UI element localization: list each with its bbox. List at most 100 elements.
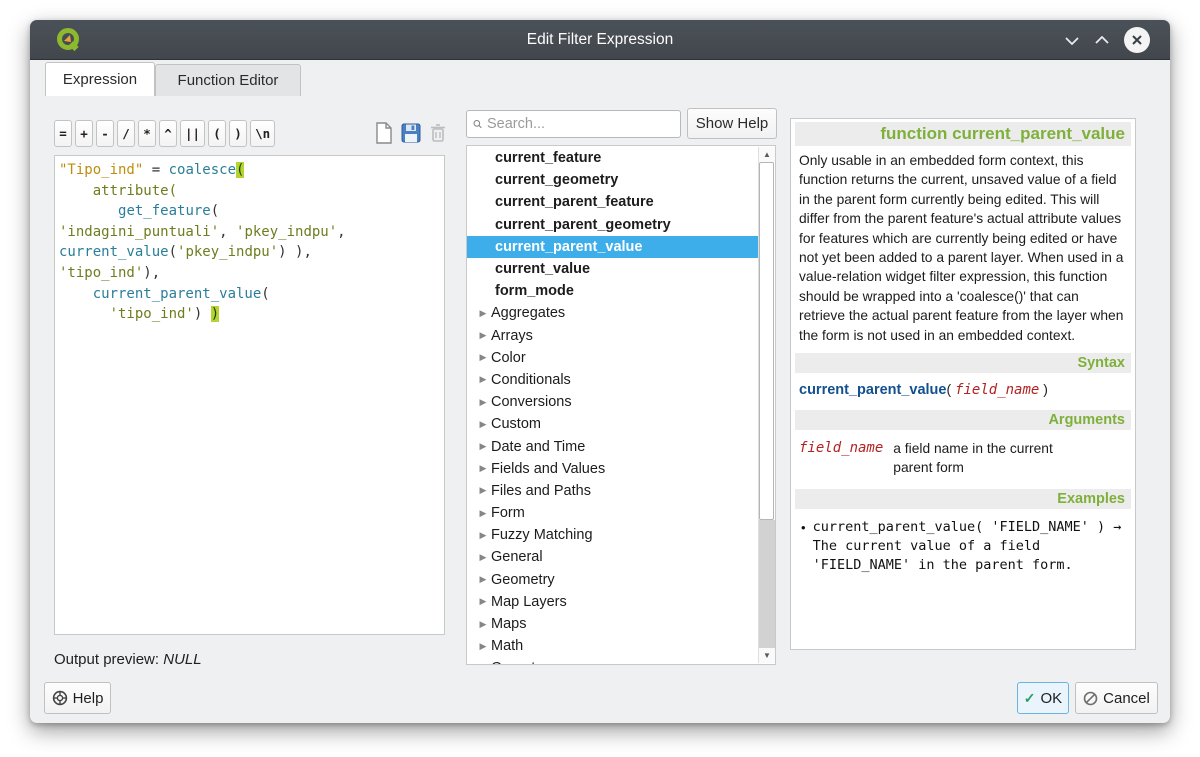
function-group-row[interactable]: ▶General [467,546,758,568]
function-group-row[interactable]: ▶Conversions [467,391,758,413]
expand-triangle-icon[interactable]: ▶ [475,308,491,319]
scrollbar-up-icon[interactable]: ▲ [759,147,775,162]
expression-editor[interactable]: "Tipo_ind" = coalesce( attribute( get_fe… [54,155,445,635]
tab-function-editor[interactable]: Function Editor [155,64,301,96]
code-line: 'indagini_puntuali', 'pkey_indpu', [59,222,440,243]
function-group-row[interactable]: ▶Form [467,502,758,524]
scrollbar-thumb[interactable] [759,162,774,520]
output-preview-label: Output preview: [54,651,159,668]
search-input[interactable] [487,116,674,132]
function-group-row[interactable]: ▶Geometry [467,569,758,591]
function-label: General [491,549,543,565]
expand-triangle-icon[interactable]: ▶ [475,508,491,519]
function-item-row[interactable]: current_geometry [467,169,758,191]
delete-expression-icon[interactable] [426,120,449,146]
function-item-row[interactable]: current_parent_value [467,236,758,258]
expression-file-toolbar [372,120,449,146]
shade-window-icon[interactable] [1060,29,1084,51]
ok-button[interactable]: ✓ OK [1017,682,1069,714]
expand-triangle-icon[interactable]: ▶ [475,485,491,496]
ok-check-icon: ✓ [1024,690,1036,707]
window-title: Edit Filter Expression [30,20,1170,60]
expand-triangle-icon[interactable]: ▶ [475,574,491,585]
code-line: current_parent_value( [59,284,440,305]
operator-toolbar: =+-/*^||()\n [54,120,275,147]
argument-description: a field name in the current parent form [893,440,1088,477]
expand-triangle-icon[interactable]: ▶ [475,374,491,385]
expand-triangle-icon[interactable]: ▶ [475,397,491,408]
syntax-function-name: current_parent_value [799,382,946,398]
code-line: 'tipo_ind'), [59,263,440,284]
operator-button[interactable]: - [96,120,114,147]
expand-triangle-icon[interactable]: ▶ [475,352,491,363]
example-bullet: • [801,518,806,575]
argument-name: field_name [799,440,883,477]
operator-button[interactable]: + [75,120,93,147]
help-argument-row: field_name a field name in the current p… [795,430,1131,483]
function-label: Maps [491,616,526,632]
function-list-scrollbar[interactable]: ▲ ▼ [758,147,774,663]
scrollbar-groove [759,520,775,648]
function-group-row[interactable]: ▶Arrays [467,325,758,347]
search-icon [473,117,482,131]
operator-button[interactable]: * [138,120,156,147]
titlebar[interactable]: Edit Filter Expression [30,20,1170,60]
edit-filter-expression-dialog: Edit Filter Expression Expression Functi… [30,20,1170,723]
function-label: Arrays [491,328,533,344]
expand-triangle-icon[interactable]: ▶ [475,619,491,630]
function-group-row[interactable]: ▶Aggregates [467,302,758,324]
function-label: Geometry [491,572,555,588]
minimize-window-icon[interactable] [1090,29,1114,51]
expand-triangle-icon[interactable]: ▶ [475,641,491,652]
operator-button[interactable]: || [180,120,205,147]
show-help-button[interactable]: Show Help [687,108,777,139]
function-label: Date and Time [491,439,585,455]
operator-button[interactable]: \n [250,120,275,147]
operator-button[interactable]: ^ [159,120,177,147]
function-group-row[interactable]: ▶Fields and Values [467,458,758,480]
expand-triangle-icon[interactable]: ▶ [475,419,491,430]
function-group-row[interactable]: ▶Date and Time [467,435,758,457]
scrollbar-down-icon[interactable]: ▼ [759,648,775,663]
function-label: Map Layers [491,594,567,610]
function-item-row[interactable]: current_parent_feature [467,191,758,213]
operator-button[interactable]: ) [229,120,247,147]
function-group-row[interactable]: ▶Files and Paths [467,480,758,502]
operator-button[interactable]: = [54,120,72,147]
help-button[interactable]: Help [44,682,111,714]
function-item-row[interactable]: current_value [467,258,758,280]
save-expression-icon[interactable] [399,120,422,146]
function-group-row[interactable]: ▶Maps [467,613,758,635]
expand-triangle-icon[interactable]: ▶ [475,552,491,563]
tab-bar: Expression Function Editor [30,60,1170,95]
expand-triangle-icon[interactable]: ▶ [475,441,491,452]
operator-button[interactable]: ( [208,120,226,147]
expand-triangle-icon[interactable]: ▶ [475,596,491,607]
function-label: current_parent_feature [495,194,654,210]
expand-triangle-icon[interactable]: ▶ [475,463,491,474]
function-label: current_feature [495,150,601,166]
function-label: Operators [491,660,555,665]
code-line: "Tipo_ind" = coalesce( [59,160,440,181]
function-item-row[interactable]: current_parent_geometry [467,214,758,236]
operator-button[interactable]: / [117,120,135,147]
function-item-row[interactable]: current_feature [467,147,758,169]
function-group-row[interactable]: ▶Color [467,347,758,369]
expand-triangle-icon[interactable]: ▶ [475,530,491,541]
expand-triangle-icon[interactable]: ▶ [475,663,491,665]
help-syntax-header: Syntax [795,353,1131,373]
function-group-row[interactable]: ▶Fuzzy Matching [467,524,758,546]
function-group-row[interactable]: ▶Map Layers [467,591,758,613]
tab-expression[interactable]: Expression [45,62,155,96]
function-item-row[interactable]: form_mode [467,280,758,302]
function-group-row[interactable]: ▶Operators [467,657,758,665]
cancel-button[interactable]: Cancel [1075,682,1158,714]
expand-triangle-icon[interactable]: ▶ [475,330,491,341]
function-group-row[interactable]: ▶Math [467,635,758,657]
close-window-icon[interactable] [1124,27,1150,53]
function-group-row[interactable]: ▶Custom [467,413,758,435]
function-group-row[interactable]: ▶Conditionals [467,369,758,391]
cancel-button-label: Cancel [1103,690,1150,707]
syntax-argument: field_name [955,382,1039,398]
new-expression-icon[interactable] [372,120,395,146]
